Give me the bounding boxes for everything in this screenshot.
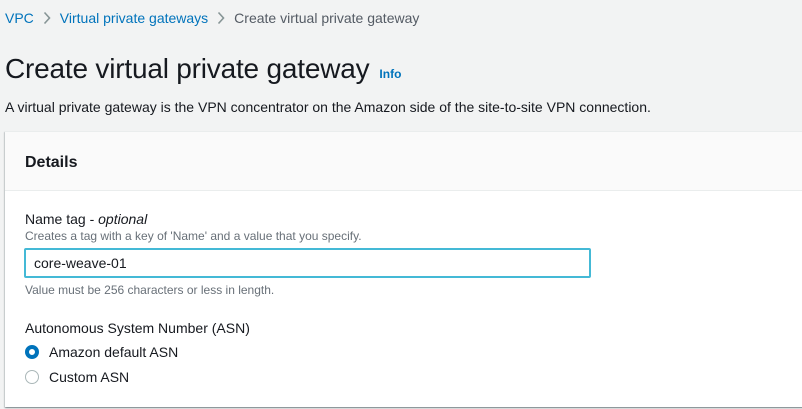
details-panel: Details Name tag - optional Creates a ta… bbox=[5, 131, 802, 407]
breadcrumb-current: Create virtual private gateway bbox=[234, 10, 420, 26]
name-tag-label: Name tag - optional bbox=[25, 210, 147, 228]
info-link[interactable]: Info bbox=[379, 67, 401, 81]
name-tag-label-text: Name tag - bbox=[25, 211, 99, 227]
name-tag-optional: optional bbox=[98, 211, 148, 227]
radio-custom-asn-label: Custom ASN bbox=[49, 369, 130, 385]
title-row: Create virtual private gateway Info bbox=[5, 52, 401, 86]
radio-unselected-icon[interactable] bbox=[25, 370, 39, 384]
name-tag-input[interactable] bbox=[24, 248, 591, 278]
radio-amazon-default-asn-label: Amazon default ASN bbox=[49, 344, 179, 360]
breadcrumb-vpc[interactable]: VPC bbox=[5, 9, 34, 27]
radio-amazon-default-asn[interactable]: Amazon default ASN bbox=[25, 343, 178, 361]
page: VPC Virtual private gateways Create virt… bbox=[0, 0, 802, 409]
details-panel-header: Details bbox=[5, 132, 802, 191]
chevron-right-icon bbox=[34, 9, 60, 27]
radio-selected-icon[interactable] bbox=[25, 345, 39, 359]
radio-custom-asn[interactable]: Custom ASN bbox=[25, 368, 129, 386]
details-panel-title: Details bbox=[25, 154, 78, 171]
breadcrumb-virtual-private-gateways[interactable]: Virtual private gateways bbox=[60, 9, 208, 27]
name-tag-constraint: Value must be 256 characters or less in … bbox=[25, 283, 275, 297]
page-title: Create virtual private gateway bbox=[5, 53, 370, 84]
asn-label: Autonomous System Number (ASN) bbox=[25, 320, 250, 336]
name-tag-description: Creates a tag with a key of 'Name' and a… bbox=[25, 229, 362, 243]
breadcrumb: VPC Virtual private gateways Create virt… bbox=[5, 9, 419, 27]
page-description: A virtual private gateway is the VPN con… bbox=[5, 99, 651, 115]
chevron-right-icon bbox=[208, 9, 234, 27]
